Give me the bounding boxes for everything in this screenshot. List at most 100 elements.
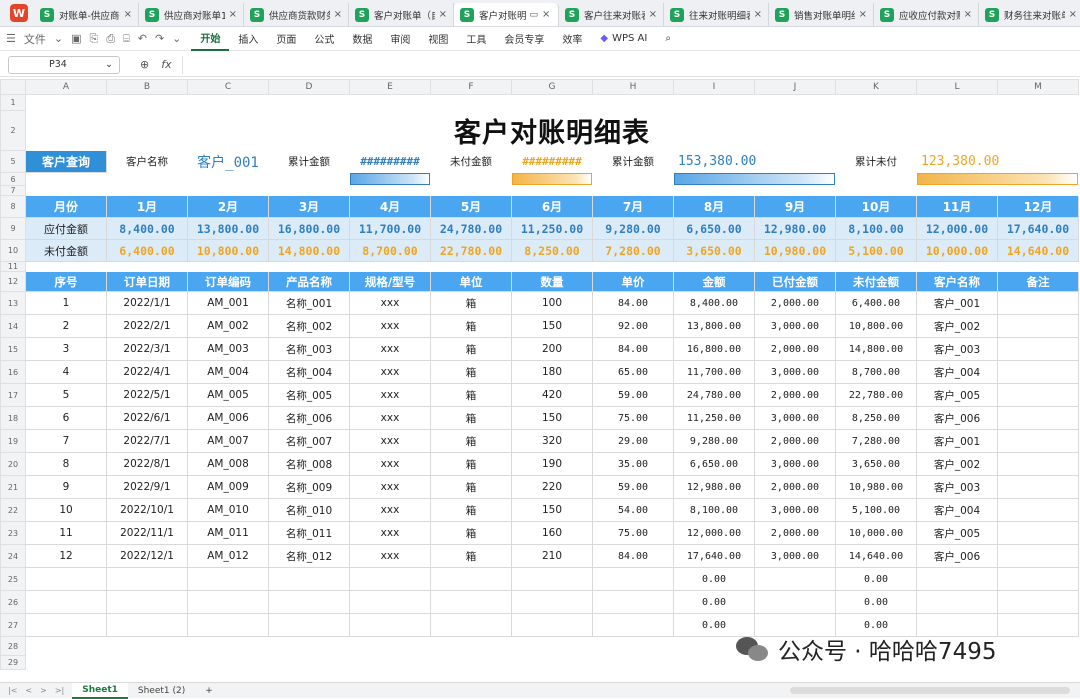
row-header[interactable]: 19 — [0, 429, 26, 453]
table-cell[interactable]: 75.00 — [592, 406, 674, 430]
table-cell[interactable]: 59.00 — [592, 475, 674, 499]
row-header[interactable]: 27 — [0, 613, 26, 637]
cell[interactable] — [431, 656, 512, 670]
sheet-tab-1[interactable]: Sheet1 — [72, 682, 128, 699]
cell[interactable] — [188, 637, 269, 656]
table-cell[interactable]: 8 — [25, 452, 107, 476]
cell[interactable] — [188, 111, 269, 151]
table-cell[interactable]: AM_004 — [187, 360, 269, 384]
doc-tab[interactable]: S 销售对账单明细1 × — [769, 3, 874, 26]
column-header[interactable]: L — [916, 79, 998, 95]
table-cell[interactable]: xxx — [349, 314, 431, 338]
wps-ai-button[interactable]: ◆ WPS AI — [591, 27, 656, 51]
table-cell[interactable]: xxx — [349, 429, 431, 453]
table-cell[interactable]: 8,400.00 — [673, 291, 755, 315]
formula-input[interactable] — [181, 55, 1080, 74]
hamburger-icon[interactable]: ☰ — [6, 32, 16, 45]
table-cell[interactable]: 客户_003 — [916, 475, 998, 499]
cell[interactable] — [755, 95, 836, 111]
monthly-receivable-cell[interactable]: 8,400.00 — [106, 217, 188, 240]
row-header[interactable]: 24 — [0, 544, 26, 568]
table-cell[interactable]: 75.00 — [592, 521, 674, 545]
row-header[interactable]: 26 — [0, 590, 26, 614]
cell[interactable] — [431, 173, 512, 186]
table-cell[interactable]: 箱 — [430, 429, 512, 453]
cell[interactable] — [755, 186, 836, 196]
table-cell[interactable]: 2022/5/1 — [106, 383, 188, 407]
table-cell[interactable]: 35.00 — [592, 452, 674, 476]
cell[interactable] — [755, 111, 836, 151]
cell[interactable] — [512, 637, 593, 656]
cell[interactable] — [107, 186, 188, 196]
table-cell[interactable]: xxx — [349, 383, 431, 407]
table-cell[interactable]: 名称_010 — [268, 498, 350, 522]
table-cell[interactable]: 11 — [25, 521, 107, 545]
monthly-receivable-cell[interactable]: 13,800.00 — [187, 217, 269, 240]
table-cell[interactable]: 6,650.00 — [673, 452, 755, 476]
column-header[interactable]: G — [511, 79, 593, 95]
column-header[interactable]: J — [754, 79, 836, 95]
row-header[interactable]: 20 — [0, 452, 26, 476]
table-cell[interactable]: 150 — [511, 406, 593, 430]
table-cell[interactable]: 箱 — [430, 314, 512, 338]
row-header[interactable]: 12 — [0, 271, 26, 292]
table-cell[interactable]: 名称_003 — [268, 337, 350, 361]
table-cell[interactable]: 名称_007 — [268, 429, 350, 453]
search-icon[interactable]: ⌕ — [656, 27, 680, 51]
cell[interactable] — [512, 262, 593, 272]
table-cell[interactable]: 100 — [511, 291, 593, 315]
table-cell[interactable]: 3 — [25, 337, 107, 361]
first-sheet-icon[interactable]: |< — [8, 686, 17, 695]
cell[interactable] — [917, 111, 998, 151]
cell[interactable] — [998, 262, 1079, 272]
doc-tab[interactable]: S 财务往来对账单1. × — [979, 3, 1080, 26]
row-header[interactable]: 22 — [0, 498, 26, 522]
table-cell[interactable] — [106, 590, 188, 614]
table-cell[interactable] — [997, 544, 1079, 568]
table-cell[interactable]: 2,000.00 — [754, 291, 836, 315]
table-cell[interactable]: 8,700.00 — [835, 360, 917, 384]
cell[interactable] — [26, 111, 107, 151]
monthly-receivable-cell[interactable]: 11,250.00 — [511, 217, 593, 240]
close-icon[interactable]: × — [964, 9, 972, 20]
close-icon[interactable]: × — [334, 9, 342, 20]
table-cell[interactable]: 客户_003 — [916, 337, 998, 361]
table-cell[interactable] — [25, 567, 107, 591]
column-header[interactable]: B — [106, 79, 188, 95]
table-cell[interactable]: 190 — [511, 452, 593, 476]
table-cell[interactable] — [997, 291, 1079, 315]
undo-icon[interactable]: ↶ — [138, 32, 147, 45]
chevron-down-icon[interactable]: ⌄ — [54, 32, 63, 45]
column-header[interactable]: F — [430, 79, 512, 95]
cell[interactable] — [998, 186, 1079, 196]
cell[interactable] — [836, 111, 917, 151]
cell[interactable] — [998, 111, 1079, 151]
table-cell[interactable]: AM_003 — [187, 337, 269, 361]
table-cell[interactable]: 0.00 — [673, 567, 755, 591]
table-cell[interactable]: 客户_006 — [916, 406, 998, 430]
table-cell[interactable]: 22,780.00 — [835, 383, 917, 407]
table-cell[interactable]: 180 — [511, 360, 593, 384]
add-sheet-button[interactable]: + — [195, 683, 223, 699]
cell[interactable] — [188, 95, 269, 111]
table-cell[interactable]: 92.00 — [592, 314, 674, 338]
print-icon[interactable]: ⎙ — [106, 32, 115, 46]
table-cell[interactable]: 150 — [511, 498, 593, 522]
table-cell[interactable]: 箱 — [430, 452, 512, 476]
table-cell[interactable]: 名称_006 — [268, 406, 350, 430]
table-cell[interactable] — [430, 567, 512, 591]
table-cell[interactable]: AM_012 — [187, 544, 269, 568]
table-cell[interactable]: 6,400.00 — [835, 291, 917, 315]
cell[interactable] — [593, 637, 674, 656]
table-cell[interactable] — [997, 337, 1079, 361]
table-cell[interactable]: 0.00 — [835, 567, 917, 591]
menu-item[interactable]: 公式 — [305, 27, 343, 51]
cell[interactable] — [269, 95, 350, 111]
doc-tab[interactable]: S 客户对账明 ▭ × — [454, 3, 559, 26]
table-cell[interactable]: 160 — [511, 521, 593, 545]
cell[interactable] — [269, 111, 350, 151]
cell[interactable] — [107, 95, 188, 111]
menu-item[interactable]: 效率 — [553, 27, 591, 51]
cell[interactable] — [107, 656, 188, 670]
row-header[interactable]: 25 — [0, 567, 26, 591]
